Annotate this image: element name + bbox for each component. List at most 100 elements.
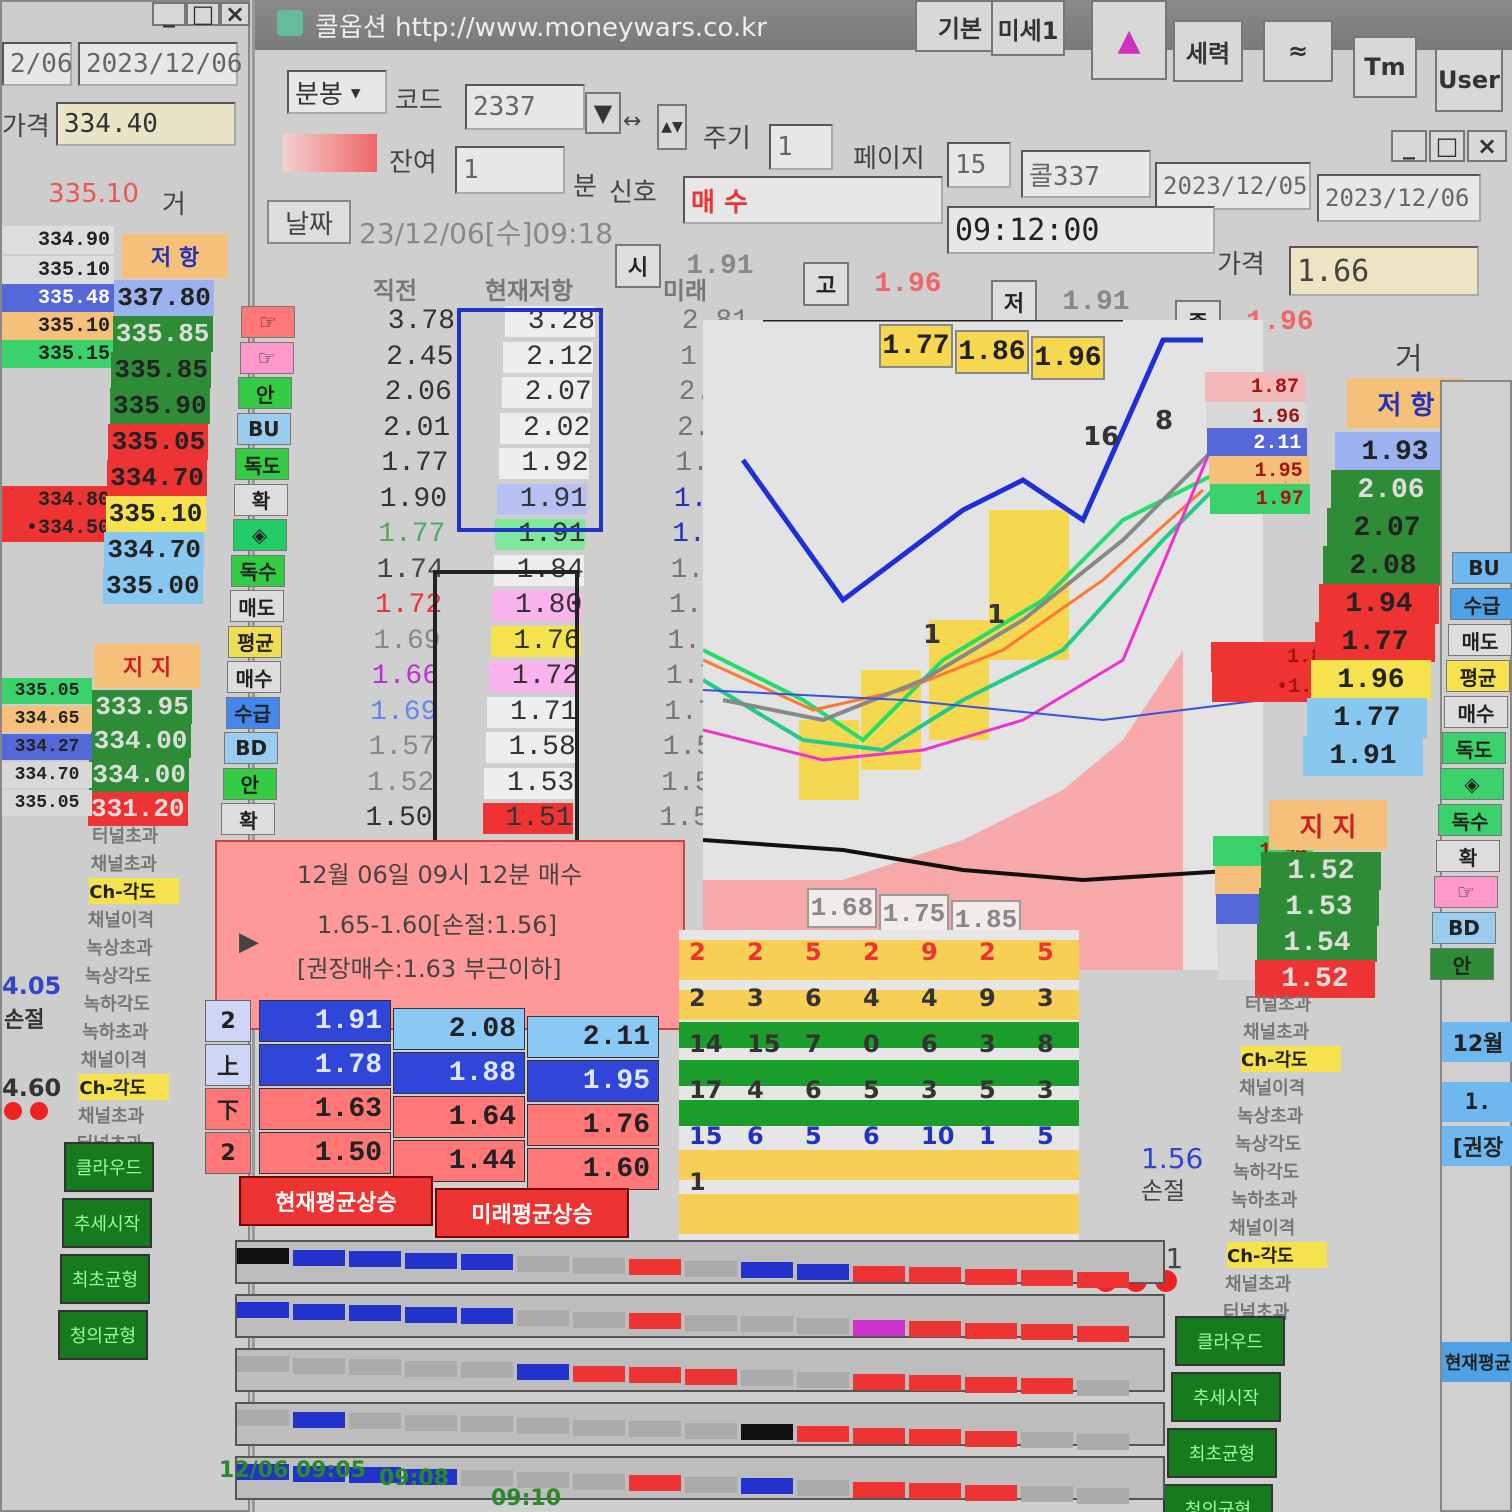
green-button-2[interactable]: 최초균형	[1167, 1428, 1277, 1478]
left-support-level: 335.05	[2, 790, 92, 816]
osc-number: 3	[747, 984, 764, 1012]
date-to-field-main[interactable]: 2023/12/06	[1317, 174, 1481, 222]
inner-minimize-button[interactable]: _	[1391, 130, 1427, 162]
right-partial-2: 1.	[1442, 1082, 1512, 1122]
avg-button-1[interactable]: 미래평균상승	[435, 1188, 629, 1238]
datetime-value: 23/12/06[수]09:18	[359, 217, 614, 250]
left-green-button-1[interactable]: 추세시작	[62, 1198, 152, 1248]
toolbar-button-3[interactable]: ≈	[1263, 20, 1333, 82]
level-prev: 2.01	[382, 412, 451, 444]
signal-strip-cell	[965, 1376, 1017, 1393]
chart-signal-icon[interactable]: ▲	[1091, 0, 1167, 80]
osc-number: 5	[1037, 938, 1054, 966]
page-label: 페이지	[853, 143, 925, 174]
level-prev: 1.77	[381, 448, 449, 479]
signal-strip-cell	[629, 1313, 681, 1330]
maximize-button[interactable]: □	[186, 0, 220, 28]
code-dropdown-button[interactable]: ▼	[585, 92, 621, 134]
left-resist-label: 저 항	[122, 234, 228, 278]
close-button[interactable]: ×	[220, 0, 250, 28]
signal-strip-cell	[237, 1356, 289, 1372]
chart-number: 8	[1155, 406, 1174, 436]
signal-strip-cell	[685, 1476, 737, 1493]
code-label: 코드	[395, 85, 443, 116]
time-field[interactable]: 09:12:00	[947, 206, 1215, 254]
support-value: 1.52	[1261, 852, 1381, 890]
toolbar-button-4[interactable]: Tm	[1353, 36, 1417, 98]
left-indicator-label: Ch-각도	[89, 878, 180, 904]
signal-strip-cell	[629, 1259, 681, 1276]
minimize-button[interactable]: _	[152, 0, 186, 28]
signal-strip-cell	[1021, 1270, 1073, 1287]
play-icon[interactable]: ▶	[239, 922, 279, 962]
left-indicator-label: 녹상초과	[86, 938, 153, 959]
signal-strip-cell	[965, 1322, 1017, 1339]
support-value: 1.53	[1259, 888, 1379, 926]
price-field[interactable]: 334.40	[56, 102, 236, 146]
level-prev: 1.57	[368, 732, 436, 763]
osc-number: 5	[805, 938, 822, 966]
signal-indicator-bar	[283, 134, 377, 172]
indicator-label: 녹하초과	[1231, 1190, 1298, 1211]
toolbar-button-2[interactable]: 세력	[1173, 20, 1243, 82]
chart-top-box: 1.86	[955, 330, 1029, 374]
signal-strip-cell	[1077, 1434, 1129, 1450]
signal-strip-cell	[685, 1368, 737, 1385]
volume-label-main: 거	[1395, 342, 1423, 377]
left-level: 335.15	[2, 340, 114, 368]
code-field[interactable]: 2337	[465, 84, 585, 130]
green-button-0[interactable]: 클라우드	[1175, 1316, 1285, 1366]
remain-field[interactable]: 1	[455, 146, 565, 194]
right-partial-3: [권장	[1442, 1126, 1512, 1166]
date-from-field[interactable]: 2/06	[2, 42, 73, 86]
period-select-value: 분봉	[295, 79, 343, 110]
signal-strip-cell	[965, 1430, 1017, 1447]
signal-strip-cell	[573, 1473, 625, 1490]
signal-strip-cell	[909, 1429, 961, 1446]
signal-strip-cell	[349, 1413, 401, 1430]
grid-value: 1.50	[259, 1132, 391, 1174]
green-button-3[interactable]: 청의균형	[1163, 1484, 1273, 1512]
price-chart: 1.77 1.86 1.96 16 8 1 1 1.68 1.75 1.85	[703, 320, 1263, 970]
unit-label: 분	[573, 171, 597, 202]
price-field-main[interactable]: 1.66	[1289, 246, 1479, 296]
signal-strip-cell	[461, 1362, 513, 1379]
inner-close-button[interactable]: ×	[1467, 130, 1507, 162]
row-tag-10: 매수	[227, 661, 281, 693]
page-field[interactable]: 15	[947, 142, 1011, 188]
signal-strip-cell	[293, 1357, 345, 1374]
toolbar-button-1[interactable]: 미세1	[991, 0, 1065, 56]
green-button-1[interactable]: 추세시작	[1171, 1372, 1281, 1422]
left-indicator-label: 녹하각도	[83, 994, 150, 1015]
left-green-button-2[interactable]: 최초균형	[60, 1254, 150, 1304]
date-from-field-main[interactable]: 2023/12/05	[1155, 162, 1311, 210]
spin-button[interactable]: ▲▼	[657, 104, 687, 150]
osc-number: 2	[689, 938, 706, 966]
signal-strip-cell	[741, 1370, 793, 1387]
signal-strip-cell	[517, 1310, 569, 1326]
left-green-button-3[interactable]: 청의균형	[58, 1310, 148, 1360]
osc-band	[679, 1150, 1079, 1180]
avg-button-0[interactable]: 현재평균상승	[239, 1176, 433, 1226]
chart-number: 1	[923, 620, 942, 650]
period-select[interactable]: 분봉 ▼	[287, 70, 387, 114]
date-to-field[interactable]: 2023/12/06	[78, 42, 243, 86]
left-level: 335.10	[2, 256, 114, 284]
signal-strip-cell	[517, 1256, 569, 1272]
left-green-button-0[interactable]: 클라우드	[64, 1142, 154, 1192]
level-prev: 1.77	[378, 519, 446, 550]
row-tag-7: 독수	[231, 554, 286, 587]
signal-strip-cell	[1021, 1486, 1073, 1503]
price-label: 가격	[2, 111, 50, 142]
inner-maximize-button[interactable]: □	[1429, 130, 1465, 162]
swap-arrows-icon[interactable]: ↔	[623, 104, 657, 138]
osc-number: 5	[805, 1122, 822, 1150]
toolbar-button-5[interactable]: User	[1435, 48, 1503, 112]
level-prev: 1.52	[366, 767, 435, 799]
signal-strip-cell	[1077, 1488, 1129, 1504]
option-name-field[interactable]: 콜337	[1021, 150, 1151, 198]
right-partial-4[interactable]: 현재평균	[1442, 1342, 1512, 1382]
level-prev: 2.06	[384, 377, 452, 408]
left-support-level: 335.05	[2, 678, 92, 704]
cycle-field[interactable]: 1	[769, 124, 833, 170]
